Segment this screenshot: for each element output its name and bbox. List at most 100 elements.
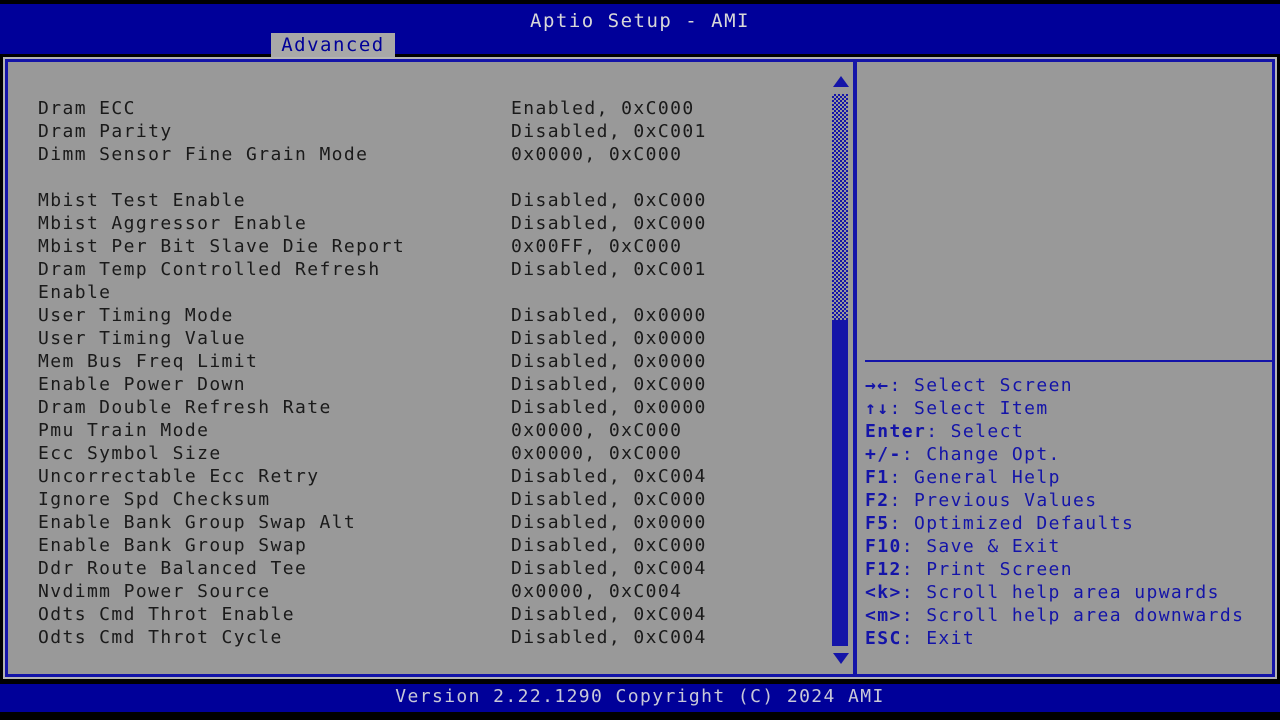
help-key: ESC [865, 628, 902, 649]
help-description: : General Help [889, 467, 1061, 488]
setting-value[interactable]: Disabled, 0xC000 [511, 534, 707, 557]
page-title: Aptio Setup - AMI [530, 10, 750, 32]
help-description: : Scroll help area upwards [901, 582, 1220, 603]
setting-value[interactable]: Disabled, 0x0000 [511, 304, 707, 327]
setting-value[interactable]: 0x0000, 0xC000 [511, 442, 682, 465]
help-description: : Select Screen [889, 375, 1074, 396]
help-row: Enter: Select [865, 420, 1280, 443]
setting-value[interactable]: 0x0000, 0xC000 [511, 419, 682, 442]
settings-row[interactable]: Ddr Route Balanced Tee Disabled, 0xC004 [38, 557, 818, 580]
setting-value[interactable]: Disabled, 0xC001 [511, 258, 707, 281]
scrollbar-thumb[interactable] [832, 320, 848, 646]
help-description: : Optimized Defaults [889, 513, 1135, 534]
help-key: F2 [865, 490, 890, 511]
settings-row[interactable]: Enable Bank Group Swap Alt Disabled, 0x00… [38, 511, 818, 534]
settings-row[interactable]: Enable Power Down Disabled, 0xC000 [38, 373, 818, 396]
help-description: : Select [926, 421, 1025, 442]
help-key: →← [865, 375, 890, 396]
header-bar: Aptio Setup - AMI Advanced [0, 4, 1280, 58]
help-panel: →←: Select Screen ↑↓: Select Item Enter: S… [857, 62, 1273, 674]
settings-row[interactable]: Nvdimm Power Source 0x0000, 0xC004 [38, 580, 818, 603]
scroll-up-arrow-icon[interactable] [833, 76, 849, 87]
setting-value[interactable]: Enabled, 0xC000 [511, 97, 695, 120]
setting-label: Dram Parity [38, 121, 173, 142]
setting-label: Enable Bank Group Swap [38, 535, 308, 556]
setting-value[interactable]: 0x0000, 0xC004 [511, 580, 682, 603]
setting-label: Uncorrectable Ecc Retry [38, 466, 320, 487]
setting-label: Ignore Spd Checksum [38, 489, 271, 510]
setting-value[interactable]: Disabled, 0x0000 [511, 511, 707, 534]
settings-row[interactable]: Dram Parity Disabled, 0xC001 [38, 120, 818, 143]
settings-scrollbar[interactable] [830, 74, 850, 666]
setting-value[interactable]: 0x00FF, 0xC000 [511, 235, 682, 258]
setting-label: Mbist Test Enable [38, 190, 247, 211]
help-key-list: →←: Select Screen ↑↓: Select Item Enter: S… [865, 374, 1280, 650]
help-key: ↑↓ [865, 398, 890, 419]
help-row: ESC: Exit [865, 627, 1280, 650]
setting-value[interactable]: Disabled, 0xC000 [511, 189, 707, 212]
settings-row[interactable]: Mbist Aggressor Enable Disabled, 0xC000 [38, 212, 818, 235]
setting-value[interactable]: Disabled, 0xC000 [511, 212, 707, 235]
setting-label: User Timing Value [38, 328, 247, 349]
setting-label: Odts Cmd Throt Enable [38, 604, 295, 625]
help-key: +/- [865, 444, 902, 465]
setting-value[interactable]: Disabled, 0xC000 [511, 488, 707, 511]
setting-value[interactable]: Disabled, 0xC004 [511, 626, 707, 649]
help-row: <k>: Scroll help area upwards [865, 581, 1280, 604]
settings-row[interactable]: Mbist Test Enable Disabled, 0xC000 [38, 189, 818, 212]
settings-row[interactable]: Ecc Symbol Size 0x0000, 0xC000 [38, 442, 818, 465]
help-key: F1 [865, 467, 890, 488]
settings-row[interactable]: Uncorrectable Ecc Retry Disabled, 0xC004 [38, 465, 818, 488]
help-description: : Print Screen [901, 559, 1074, 580]
settings-row[interactable]: Dram ECC Enabled, 0xC000 [38, 97, 818, 120]
setting-value[interactable]: Disabled, 0xC004 [511, 557, 707, 580]
setting-value[interactable]: Disabled, 0xC004 [511, 465, 707, 488]
settings-row[interactable]: Dram Double Refresh Rate Disabled, 0x0000 [38, 396, 818, 419]
help-key: <k> [865, 582, 902, 603]
footer-bar: Version 2.22.1290 Copyright (C) 2024 AMI [0, 684, 1280, 712]
help-row: F2: Previous Values [865, 489, 1280, 512]
setting-value[interactable]: Disabled, 0xC004 [511, 603, 707, 626]
settings-row[interactable]: Enable Bank Group Swap Disabled, 0xC000 [38, 534, 818, 557]
settings-row[interactable]: User Timing Mode Disabled, 0x0000 [38, 304, 818, 327]
settings-row[interactable]: Odts Cmd Throt Cycle Disabled, 0xC004 [38, 626, 818, 649]
settings-row[interactable]: Mem Bus Freq Limit Disabled, 0x0000 [38, 350, 818, 373]
help-key: F5 [865, 513, 890, 534]
help-row: <m>: Scroll help area downwards [865, 604, 1280, 627]
setting-label: Mem Bus Freq Limit [38, 351, 259, 372]
help-key: F12 [865, 559, 902, 580]
help-key: <m> [865, 605, 902, 626]
settings-spacer [38, 166, 818, 189]
settings-list: Dram ECC Enabled, 0xC000 Dram Parity Disabl… [38, 97, 818, 649]
setting-label: Mbist Per Bit Slave Die Report [38, 236, 406, 257]
setting-label: Pmu Train Mode [38, 420, 210, 441]
setting-value[interactable]: Disabled, 0x0000 [511, 350, 707, 373]
setting-label: Ecc Symbol Size [38, 443, 222, 464]
help-description: : Previous Values [889, 490, 1098, 511]
setting-label: Dram Double Refresh Rate [38, 397, 332, 418]
setting-label: Enable [38, 282, 112, 303]
help-key: Enter [865, 421, 927, 442]
tab-advanced[interactable]: Advanced [271, 33, 395, 58]
main-window-inner: Dram ECC Enabled, 0xC000 Dram Parity Disabl… [5, 59, 1275, 677]
help-description: : Change Opt. [901, 444, 1061, 465]
settings-row[interactable]: Enable [38, 281, 818, 304]
setting-value[interactable]: 0x0000, 0xC000 [511, 143, 682, 166]
settings-row[interactable]: Pmu Train Mode 0x0000, 0xC000 [38, 419, 818, 442]
settings-row[interactable]: User Timing Value Disabled, 0x0000 [38, 327, 818, 350]
setting-value[interactable]: Disabled, 0xC000 [511, 373, 707, 396]
settings-row[interactable]: Dimm Sensor Fine Grain Mode 0x0000, 0xC00… [38, 143, 818, 166]
setting-label: Dram ECC [38, 98, 136, 119]
settings-row[interactable]: Mbist Per Bit Slave Die Report 0x00FF, 0x… [38, 235, 818, 258]
setting-value[interactable]: Disabled, 0x0000 [511, 327, 707, 350]
help-row: F5: Optimized Defaults [865, 512, 1280, 535]
setting-label: Dram Temp Controlled Refresh [38, 259, 381, 280]
setting-value[interactable]: Disabled, 0xC001 [511, 120, 707, 143]
settings-row[interactable]: Dram Temp Controlled Refresh Disabled, 0x… [38, 258, 818, 281]
settings-row[interactable]: Ignore Spd Checksum Disabled, 0xC000 [38, 488, 818, 511]
bios-setup-screen: Aptio Setup - AMI Advanced Dram ECC Enabl… [0, 0, 1280, 720]
scroll-down-arrow-icon[interactable] [833, 653, 849, 664]
settings-row[interactable]: Odts Cmd Throt Enable Disabled, 0xC004 [38, 603, 818, 626]
setting-value[interactable]: Disabled, 0x0000 [511, 396, 707, 419]
setting-label: Enable Bank Group Swap Alt [38, 512, 357, 533]
